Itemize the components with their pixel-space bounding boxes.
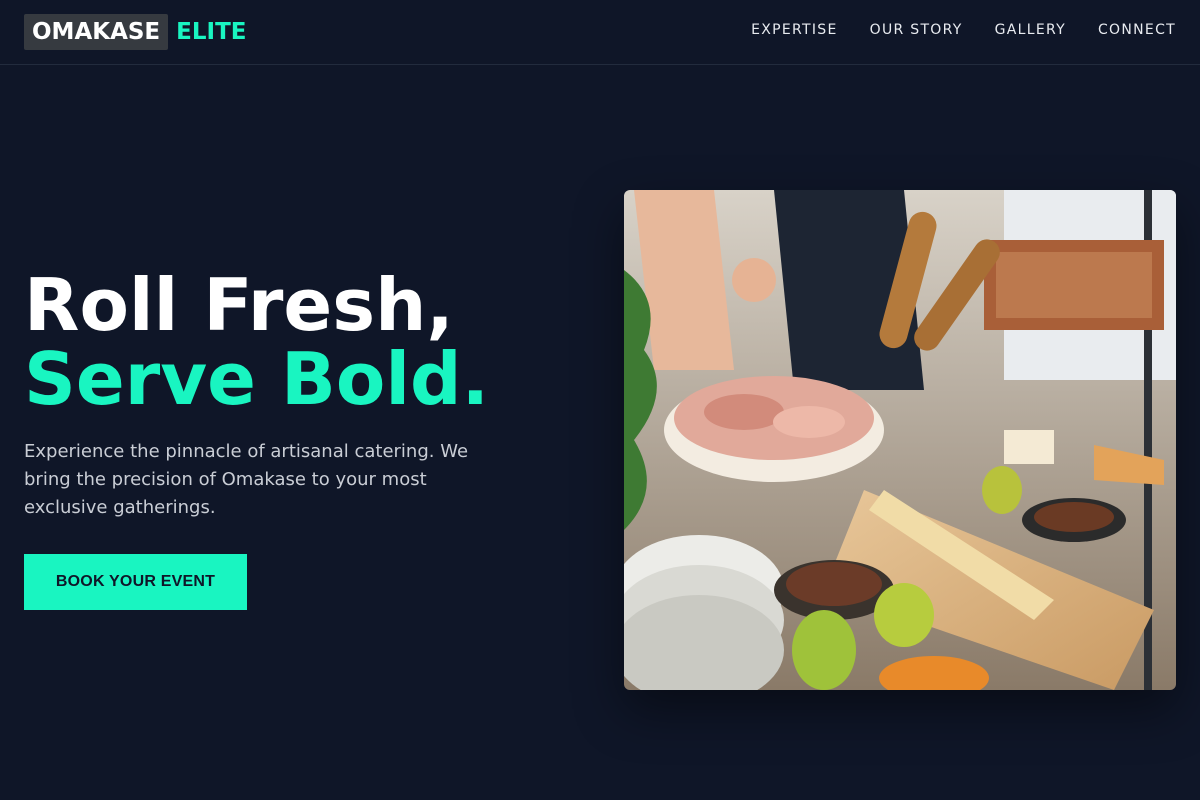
logo-main: OMAKASE [24,14,169,50]
main-nav: EXPERTISE OUR STORY GALLERY CONNECT [751,22,1176,38]
food-photo-illustration [624,190,1176,690]
book-event-button[interactable]: BOOK YOUR EVENT [24,554,247,610]
hero-title-line1: Roll Fresh, [24,263,454,347]
nav-link-our-story[interactable]: OUR STORY [870,22,963,38]
logo[interactable]: OMAKASE ELITE [24,14,246,50]
nav-link-connect[interactable]: CONNECT [1098,22,1176,38]
site-header: OMAKASE ELITE EXPERTISE OUR STORY GALLER… [0,0,1200,65]
nav-link-expertise[interactable]: EXPERTISE [751,22,838,38]
hero-title-line2: Serve Bold. [24,337,489,421]
logo-accent: ELITE [176,19,247,45]
nav-link-gallery[interactable]: GALLERY [995,22,1066,38]
catering-spread-photo [624,190,1176,690]
hero-title: Roll Fresh, Serve Bold. [24,268,489,416]
hero-description: Experience the pinnacle of artisanal cat… [24,441,469,518]
